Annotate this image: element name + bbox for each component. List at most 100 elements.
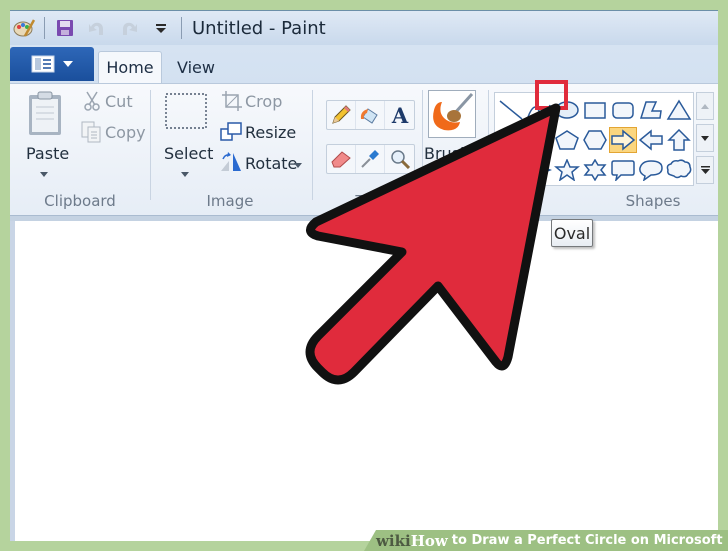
cut-button[interactable]: Cut <box>105 92 133 111</box>
shape-hexagon[interactable] <box>581 127 609 153</box>
group-separator <box>422 90 423 200</box>
tools-row-2 <box>326 144 415 174</box>
rounded-rectangle-shape-icon <box>612 102 634 119</box>
window-title: Untitled - Paint <box>192 17 326 39</box>
rectangle-shape-icon <box>584 102 606 119</box>
oval-tooltip: Oval <box>551 219 593 247</box>
quick-access-toolbar <box>10 11 190 45</box>
chevron-down-icon <box>63 61 73 67</box>
eyedropper-icon <box>361 150 379 168</box>
crop-icon <box>220 90 244 112</box>
rotate-icon <box>218 150 244 174</box>
right-triangle-shape-icon <box>500 129 523 150</box>
brushes-button[interactable] <box>428 90 476 138</box>
copy-icon <box>80 120 102 144</box>
drawing-canvas[interactable] <box>10 221 718 541</box>
hexagon-shape-icon <box>583 130 607 150</box>
title-bar: Untitled - Paint <box>10 11 718 45</box>
tools-group-label: T <box>355 192 365 210</box>
six-point-star-shape-icon <box>583 159 607 181</box>
group-separator <box>150 90 151 200</box>
eraser-tool[interactable] <box>327 145 356 173</box>
shapes-expand-button[interactable] <box>696 156 714 184</box>
paste-dropdown-icon[interactable] <box>40 172 48 177</box>
eraser-icon <box>331 151 351 168</box>
shape-oval-callout[interactable] <box>637 157 665 183</box>
text-tool[interactable]: A <box>385 101 414 129</box>
shape-right-arrow[interactable] <box>609 127 637 153</box>
shape-four-point-star[interactable] <box>525 157 553 183</box>
tab-view[interactable]: View <box>170 51 222 83</box>
shape-rectangle[interactable] <box>581 97 609 123</box>
shape-five-point-star[interactable] <box>553 157 581 183</box>
select-button[interactable] <box>164 92 208 130</box>
shape-right-triangle[interactable] <box>497 127 525 153</box>
chevron-up-icon <box>701 103 709 109</box>
resize-button[interactable]: Resize <box>245 123 296 142</box>
magnifier-tool[interactable] <box>385 145 414 173</box>
diamond-shape-icon <box>526 130 552 150</box>
shape-triangle[interactable] <box>665 97 693 123</box>
shapes-scroll-down-button[interactable] <box>696 124 714 152</box>
shape-rounded-rectangle[interactable] <box>609 97 637 123</box>
customize-dropdown-icon[interactable] <box>149 16 173 40</box>
pencil-tool[interactable] <box>327 101 356 129</box>
rounded-callout-shape-icon <box>611 160 635 181</box>
line-shape-icon <box>499 100 523 120</box>
chevron-down-icon <box>701 135 709 141</box>
paint-app-icon[interactable] <box>12 16 36 40</box>
shape-line[interactable] <box>497 97 525 123</box>
separator <box>181 17 182 39</box>
oval-callout-shape-icon <box>639 160 663 181</box>
shape-up-arrow[interactable] <box>665 127 693 153</box>
tab-home[interactable]: Home <box>98 51 162 83</box>
file-menu-button[interactable] <box>10 47 94 81</box>
right-arrow-shape-icon <box>611 129 636 151</box>
select-label[interactable]: Select <box>164 144 213 163</box>
svg-text:A: A <box>390 104 408 126</box>
shape-diamond[interactable] <box>525 127 553 153</box>
paint-window: Untitled - Paint Home View Paste Cut Cop… <box>10 10 718 541</box>
scissors-icon <box>82 90 102 112</box>
undo-icon[interactable] <box>85 16 109 40</box>
image-group-label: Image <box>206 192 254 210</box>
left-arrow-shape-icon <box>638 129 663 151</box>
caption-text: to Draw a Perfect Circle on Microsoft Pa… <box>451 533 728 548</box>
up-arrow-shape-icon <box>667 129 691 151</box>
shapes-scroll-up-button[interactable] <box>696 92 714 120</box>
brushes-label[interactable]: Brush <box>424 144 470 163</box>
shape-pentagon[interactable] <box>553 127 581 153</box>
ribbon-tab-row: Home View <box>10 45 718 83</box>
wikihow-logo-how: How <box>410 531 448 550</box>
wikihow-caption: wiki How to Draw a Perfect Circle on Mic… <box>364 530 728 551</box>
copy-button[interactable]: Copy <box>105 123 146 142</box>
oval-highlight-box <box>535 80 568 110</box>
pentagon-shape-icon <box>555 130 579 150</box>
down-arrow-shape-icon <box>499 159 523 181</box>
clipboard-icon <box>29 91 61 135</box>
rotate-button[interactable]: Rotate <box>245 154 297 173</box>
shape-rounded-callout[interactable] <box>609 157 637 183</box>
paste-label[interactable]: Paste <box>26 144 69 163</box>
redo-icon[interactable] <box>117 16 141 40</box>
wikihow-logo-wiki: wiki <box>376 531 411 550</box>
file-menu-icon <box>31 55 55 73</box>
select-dropdown-icon[interactable] <box>181 172 189 177</box>
separator <box>44 17 45 39</box>
crop-button[interactable]: Crop <box>245 92 282 111</box>
text-icon: A <box>390 104 408 126</box>
save-icon[interactable] <box>53 16 77 40</box>
rotate-dropdown-icon[interactable] <box>294 163 302 168</box>
shape-cloud-callout[interactable] <box>665 157 693 183</box>
paste-button[interactable] <box>26 90 64 138</box>
shape-down-arrow[interactable] <box>497 157 525 183</box>
fill-tool[interactable] <box>356 101 385 129</box>
shape-polygon[interactable] <box>637 97 665 123</box>
color-picker-tool[interactable] <box>356 145 385 173</box>
group-separator <box>488 90 489 200</box>
paint-bucket-icon <box>360 108 378 124</box>
group-separator <box>312 90 313 200</box>
shape-left-arrow[interactable] <box>637 127 665 153</box>
tools-row-1: A <box>326 100 415 130</box>
shape-six-point-star[interactable] <box>581 157 609 183</box>
